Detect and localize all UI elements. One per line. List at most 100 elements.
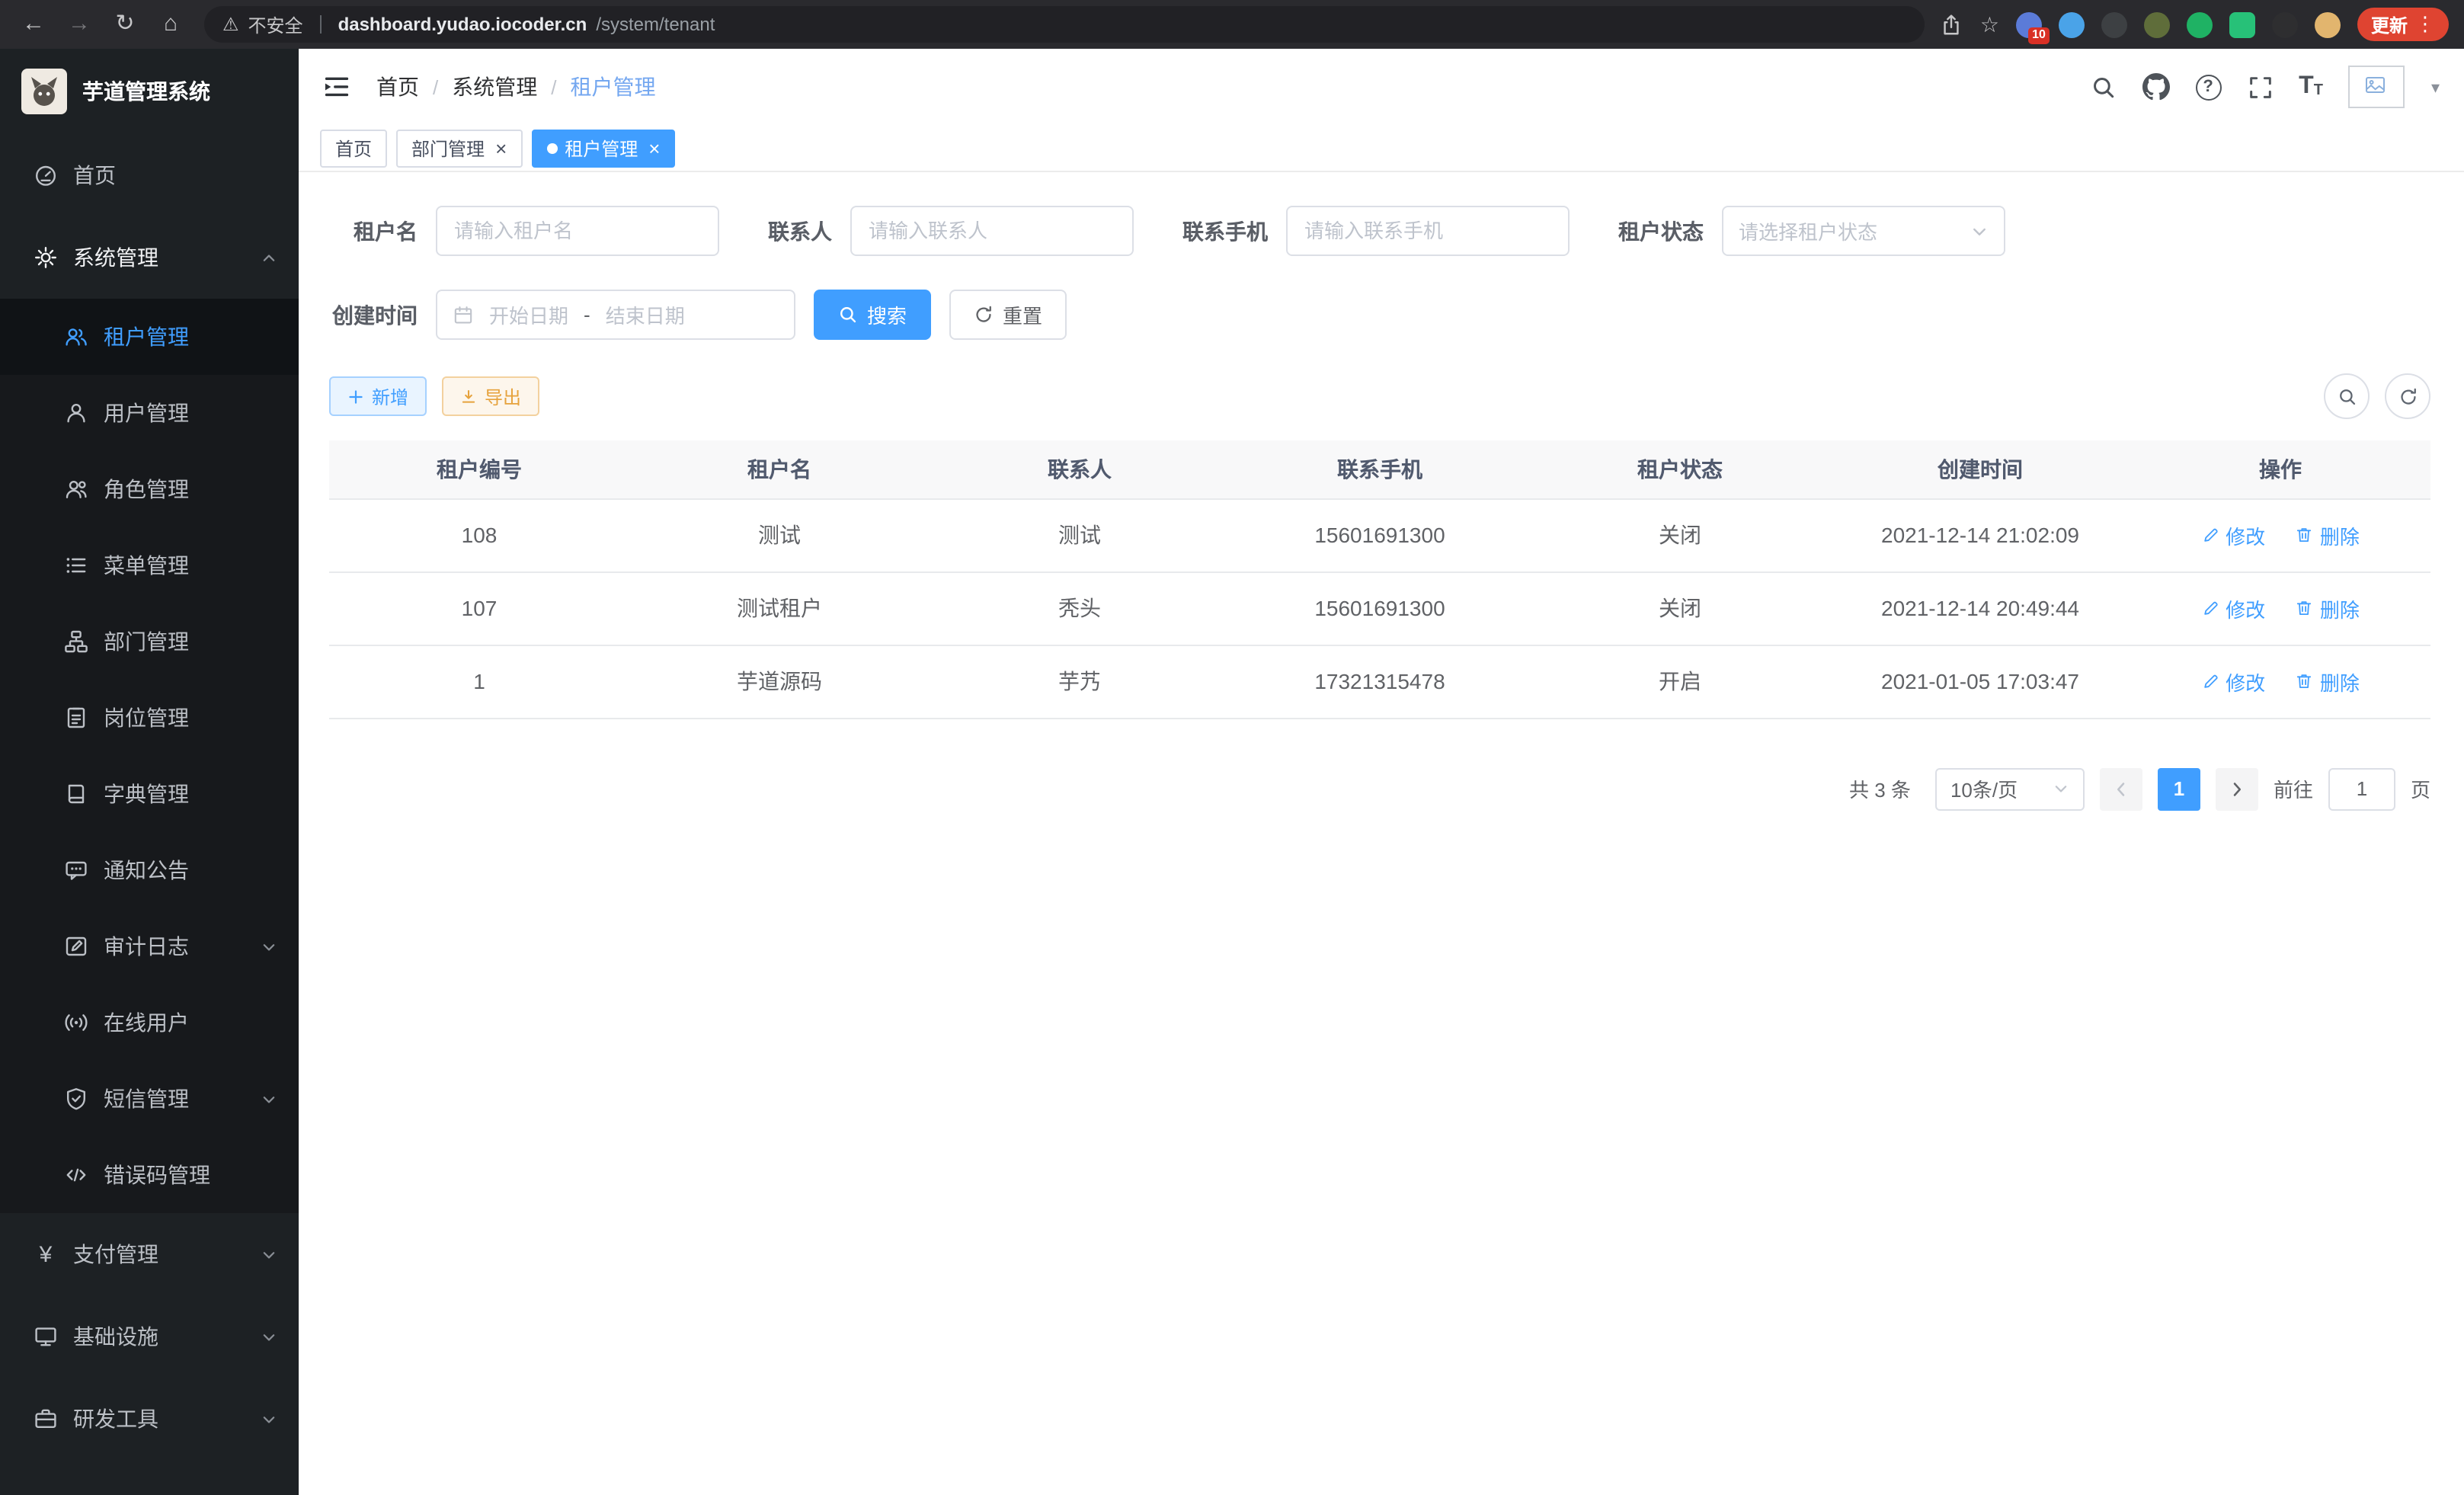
sidebar-collapse-icon[interactable] [323, 73, 350, 101]
page-number-current[interactable]: 1 [2158, 767, 2200, 810]
browser-profile-avatar[interactable] [2315, 11, 2341, 37]
breadcrumb-home[interactable]: 首页 [376, 72, 419, 102]
extension-icon-2[interactable] [2059, 11, 2085, 37]
avatar-caret-icon[interactable]: ▾ [2431, 77, 2440, 97]
sidebar-item-online-users[interactable]: 在线用户 [0, 984, 299, 1061]
filter-phone: 联系手机 [1182, 206, 1570, 256]
page-size-select[interactable]: 10条/页 [1935, 767, 2085, 810]
delete-link[interactable]: 删除 [2296, 520, 2360, 549]
browser-home-icon[interactable]: ⌂ [152, 6, 189, 43]
tenants-icon [64, 325, 88, 349]
create-time-label: 创建时间 [329, 299, 418, 330]
chevron-down-icon [261, 1410, 277, 1427]
extension-icon-3[interactable] [2101, 11, 2127, 37]
screenshot-root: ← → ↻ ⌂ ⚠ 不安全 dashboard.yudao.iocoder.cn… [0, 0, 2464, 1495]
sidebar-item-sms-management[interactable]: 短信管理 [0, 1061, 299, 1137]
edit-link[interactable]: 修改 [2201, 520, 2265, 549]
menu-list-icon [64, 553, 88, 578]
next-page-button[interactable] [2216, 767, 2258, 810]
filter-row-1: 租户名 联系人 联系手机 租户状态 请选择租户状态 [329, 206, 2430, 256]
sidebar-item-menu-management[interactable]: 菜单管理 [0, 527, 299, 603]
extension-icon-6[interactable] [2229, 11, 2255, 37]
breadcrumb: 首页 / 系统管理 / 租户管理 [376, 72, 656, 102]
column-status: 租户状态 [1530, 440, 1830, 498]
message-icon [64, 858, 88, 882]
online-signal-icon [64, 1010, 88, 1035]
filter-row-2: 创建时间 开始日期 - 结束日期 搜索 [329, 290, 2430, 340]
refresh-table-button[interactable] [2385, 373, 2430, 419]
table-tools [2324, 373, 2430, 419]
sidebar-item-error-code-management[interactable]: 错误码管理 [0, 1137, 299, 1213]
refresh-icon [2398, 386, 2418, 406]
sidebar-item-user-management[interactable]: 用户管理 [0, 375, 299, 451]
sidebar-item-post-management[interactable]: 岗位管理 [0, 680, 299, 756]
sidebar-item-payment-management[interactable]: ¥ 支付管理 [0, 1213, 299, 1295]
search-icon[interactable] [2090, 74, 2116, 100]
help-icon[interactable]: ? [2195, 74, 2221, 100]
phone-label: 联系手机 [1182, 216, 1268, 246]
table-toolbar: 新增 导出 [329, 373, 2430, 419]
sidebar-item-dev-tools[interactable]: 研发工具 [0, 1378, 299, 1460]
font-size-icon[interactable]: TT [2299, 75, 2323, 99]
edit-link[interactable]: 修改 [2201, 594, 2265, 623]
date-range-picker[interactable]: 开始日期 - 结束日期 [436, 290, 795, 340]
header-actions: ? TT ▾ [2090, 66, 2440, 108]
sidebar-item-system-management[interactable]: 系统管理 [0, 216, 299, 299]
sidebar-item-home[interactable]: 首页 [0, 134, 299, 216]
breadcrumb-system-management[interactable]: 系统管理 [452, 72, 537, 102]
browser-update-button[interactable]: 更新 ⋮ [2357, 8, 2449, 41]
search-button[interactable]: 搜索 [814, 290, 931, 340]
extension-icon-4[interactable] [2144, 11, 2170, 37]
filter-tenant-name: 租户名 [329, 206, 719, 256]
browser-back-icon[interactable]: ← [15, 6, 52, 43]
hide-search-button[interactable] [2324, 373, 2370, 419]
goto-page-input[interactable] [2328, 767, 2395, 810]
close-icon[interactable]: × [648, 138, 660, 158]
user-avatar[interactable] [2349, 66, 2405, 108]
sidebar-item-tenant-management[interactable]: 租户管理 [0, 299, 299, 375]
sidebar-item-notice[interactable]: 通知公告 [0, 832, 299, 908]
date-start-placeholder: 开始日期 [489, 300, 568, 329]
add-button[interactable]: 新增 [329, 376, 427, 416]
filter-status: 租户状态 请选择租户状态 [1618, 206, 2005, 256]
sidebar-item-role-management[interactable]: 角色管理 [0, 451, 299, 527]
extension-icon-5[interactable] [2187, 11, 2213, 37]
page-unit-label: 页 [2411, 774, 2430, 803]
sidebar-item-audit-log[interactable]: 审计日志 [0, 908, 299, 984]
chevron-left-icon [2112, 780, 2130, 798]
tab-dept-management[interactable]: 部门管理 × [396, 129, 522, 167]
prev-page-button[interactable] [2100, 767, 2142, 810]
sidebar-item-dict-management[interactable]: 字典管理 [0, 756, 299, 832]
share-icon[interactable] [1941, 13, 1963, 36]
delete-link[interactable]: 删除 [2296, 667, 2360, 696]
address-bar[interactable]: ⚠ 不安全 dashboard.yudao.iocoder.cn/system/… [204, 6, 1925, 43]
delete-link[interactable]: 删除 [2296, 594, 2360, 623]
fullscreen-icon[interactable] [2247, 74, 2273, 100]
export-button[interactable]: 导出 [442, 376, 539, 416]
github-icon[interactable] [2142, 73, 2169, 101]
sidebar-item-dept-management[interactable]: 部门管理 [0, 603, 299, 680]
plus-icon [347, 388, 364, 405]
browser-reload-icon[interactable]: ↻ [107, 6, 143, 43]
reset-button[interactable]: 重置 [949, 290, 1067, 340]
chevron-down-icon [261, 1328, 277, 1345]
extension-icon-7[interactable] [2272, 11, 2298, 37]
close-icon[interactable]: × [495, 138, 507, 158]
tab-tenant-management[interactable]: 租户管理 × [531, 129, 675, 167]
status-select[interactable]: 请选择租户状态 [1722, 206, 2005, 256]
column-tenant-id: 租户编号 [329, 440, 629, 498]
table-header-row: 租户编号 租户名 联系人 联系手机 租户状态 创建时间 操作 [329, 440, 2430, 498]
browser-menu-icon[interactable]: ⋮ [2415, 12, 2435, 37]
phone-input[interactable] [1286, 206, 1570, 256]
browser-forward-icon[interactable]: → [61, 6, 98, 43]
edit-link[interactable]: 修改 [2201, 667, 2265, 696]
log-icon [64, 934, 88, 959]
tenant-name-input[interactable] [436, 206, 719, 256]
extension-icon-1[interactable]: 10 [2016, 11, 2042, 37]
bookmark-star-icon[interactable]: ☆ [1980, 11, 1999, 37]
app-logo-row[interactable]: 芋道管理系统 [0, 49, 299, 134]
search-icon [2337, 386, 2357, 406]
tab-home[interactable]: 首页 [320, 129, 387, 167]
contact-input[interactable] [850, 206, 1134, 256]
sidebar-item-infrastructure[interactable]: 基础设施 [0, 1295, 299, 1378]
